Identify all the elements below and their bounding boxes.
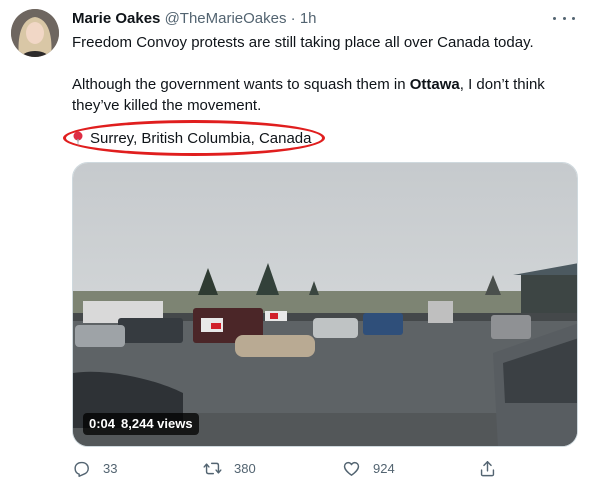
tweet-header: Marie Oakes @TheMarieOakes · 1h [72,9,577,29]
share-icon [480,461,495,477]
more-icon[interactable] [553,9,575,27]
location-text: Surrey, British Columbia, Canada [90,130,312,147]
timestamp[interactable]: 1h [300,10,317,27]
location-pin-icon [73,131,83,147]
reply-icon [74,461,89,477]
avatar[interactable] [11,9,59,57]
tweet-text: Freedom Convoy protests are still taking… [72,32,572,116]
tweet-text-line2: Although the government wants to squash … [72,74,572,116]
tweet-text-pre: Although the government wants to squash … [72,76,410,93]
separator-dot: · [290,10,296,27]
retweet-icon [203,462,222,475]
video-duration: 0:04 [89,416,116,431]
retweet-button[interactable]: 380 [203,459,256,478]
author-handle[interactable]: @TheMarieOakes [165,10,287,27]
reply-button[interactable]: 33 [72,459,117,478]
tweet-text-bold: Ottawa [409,76,460,93]
video-frame [73,163,577,446]
like-count: 924 [373,461,395,476]
like-icon [343,461,360,476]
retweet-count: 380 [234,461,256,476]
like-button[interactable]: 924 [342,459,395,478]
action-bar: 33 380 924 [72,459,578,481]
share-button[interactable] [478,459,497,478]
reply-count: 33 [103,461,118,476]
video-views: 8,244 views [121,416,193,431]
tweet-location: Surrey, British Columbia, Canada [72,128,311,149]
tweet-text-line1: Freedom Convoy protests are still taking… [72,34,534,51]
video-stats: 0:04 8,244 views [83,413,199,435]
video-player[interactable] [72,162,578,447]
avatar-image [11,9,59,57]
author-name[interactable]: Marie Oakes [72,10,160,27]
tweet[interactable]: Marie Oakes @TheMarieOakes · 1h Freedom … [0,0,589,489]
